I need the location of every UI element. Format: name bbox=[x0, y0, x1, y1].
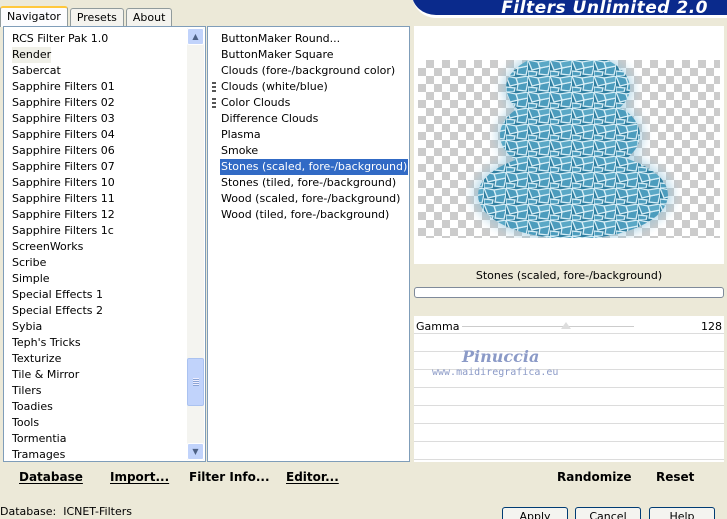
category-item[interactable]: Sapphire Filters 02 bbox=[12, 95, 115, 111]
filter-item[interactable]: ButtonMaker Round... bbox=[220, 31, 341, 47]
category-item[interactable]: Special Effects 1 bbox=[12, 287, 103, 303]
category-item[interactable]: Sapphire Filters 1c bbox=[12, 223, 114, 239]
database-button[interactable]: Database bbox=[19, 470, 83, 484]
import-button[interactable]: Import... bbox=[110, 470, 169, 484]
filter-item[interactable]: Clouds (fore-/background color) bbox=[220, 63, 396, 79]
preview-panel: Stones (scaled, fore-/background) Gamma … bbox=[411, 26, 727, 462]
help-button[interactable]: Help bbox=[649, 507, 715, 519]
watermark-name: Pinuccia bbox=[462, 347, 540, 366]
category-item[interactable]: Tools bbox=[12, 415, 39, 431]
category-item[interactable]: Sapphire Filters 11 bbox=[12, 191, 115, 207]
preview-frame bbox=[414, 26, 724, 264]
tab-bar: Navigator Presets About bbox=[0, 4, 174, 27]
grip-icon bbox=[212, 82, 216, 92]
preview-filter-name: Stones (scaled, fore-/background) bbox=[475, 269, 663, 282]
param-row-gamma[interactable]: Gamma 128 bbox=[414, 318, 724, 334]
filter-item[interactable]: Clouds (white/blue) bbox=[220, 79, 329, 95]
category-item[interactable]: Scribe bbox=[12, 255, 46, 271]
scroll-up-icon[interactable]: ▲ bbox=[187, 28, 204, 45]
stones-preview-graphic bbox=[418, 60, 720, 238]
scroll-down-icon[interactable]: ▼ bbox=[187, 443, 204, 460]
tab-presets[interactable]: Presets bbox=[69, 8, 124, 26]
gamma-slider-thumb[interactable] bbox=[561, 322, 571, 329]
watermark-url: www.maidiregrafica.eu bbox=[432, 367, 559, 378]
filter-info-button[interactable]: Filter Info... bbox=[189, 470, 270, 484]
filter-item[interactable]: ButtonMaker Square bbox=[220, 47, 335, 63]
param-label: Gamma bbox=[416, 320, 460, 333]
filter-item[interactable]: Plasma bbox=[220, 127, 262, 143]
category-item[interactable]: Teph's Tricks bbox=[12, 335, 81, 351]
tab-navigator[interactable]: Navigator bbox=[0, 6, 68, 27]
filter-item[interactable]: Stones (tiled, fore-/background) bbox=[220, 175, 397, 191]
category-item[interactable]: Texturize bbox=[12, 351, 61, 367]
filter-list[interactable]: ButtonMaker Round... ButtonMaker Square Cl… bbox=[207, 26, 410, 462]
editor-button[interactable]: Editor... bbox=[286, 470, 339, 484]
filter-item[interactable]: Stones (scaled, fore-/background) bbox=[220, 159, 409, 175]
category-scrollbar[interactable]: ▲ ▼ bbox=[187, 28, 204, 460]
category-item[interactable]: Simple bbox=[12, 271, 50, 287]
reset-button[interactable]: Reset bbox=[656, 470, 694, 484]
scroll-thumb[interactable] bbox=[187, 358, 204, 406]
category-item[interactable]: Render bbox=[12, 47, 52, 63]
category-item[interactable]: Special Effects 2 bbox=[12, 303, 103, 319]
filter-item[interactable]: Smoke bbox=[220, 143, 259, 159]
category-item[interactable]: RCS Filter Pak 1.0 bbox=[12, 31, 108, 47]
category-item[interactable]: Sapphire Filters 04 bbox=[12, 127, 115, 143]
progress-bar bbox=[414, 287, 724, 298]
param-row-empty bbox=[414, 444, 724, 460]
bottom-toolbar-right: Randomize Reset bbox=[413, 464, 727, 492]
category-item[interactable]: Sapphire Filters 01 bbox=[12, 79, 115, 95]
category-item[interactable]: Sabercat bbox=[12, 63, 61, 79]
filter-item[interactable]: Wood (scaled, fore-/background) bbox=[220, 191, 401, 207]
filters-unlimited-window: Navigator Presets About Filters Unlimite… bbox=[0, 0, 727, 519]
category-list[interactable]: RCS Filter Pak 1.0 Render Sabercat Sapphire… bbox=[3, 26, 206, 462]
param-row-empty bbox=[414, 336, 724, 352]
category-item[interactable]: Tilers bbox=[12, 383, 42, 399]
tab-about[interactable]: About bbox=[125, 8, 173, 26]
grip-icon bbox=[212, 98, 216, 108]
param-row-empty bbox=[414, 408, 724, 424]
preview-image[interactable] bbox=[418, 60, 720, 238]
category-item[interactable]: Sapphire Filters 10 bbox=[12, 175, 115, 191]
filter-item[interactable]: Wood (tiled, fore-/background) bbox=[220, 207, 390, 223]
randomize-button[interactable]: Randomize bbox=[557, 470, 631, 484]
banner-title: Filters Unlimited 2.0 bbox=[501, 0, 708, 18]
cancel-button[interactable]: Cancel bbox=[575, 507, 641, 519]
category-item[interactable]: Toadies bbox=[12, 399, 53, 415]
status-bar: Database: ICNET-Filters bbox=[0, 505, 132, 518]
category-item[interactable]: ScreenWorks bbox=[12, 239, 83, 255]
status-value: ICNET-Filters bbox=[63, 505, 132, 518]
category-item[interactable]: Sapphire Filters 07 bbox=[12, 159, 115, 175]
category-item[interactable]: Sapphire Filters 06 bbox=[12, 143, 115, 159]
category-item[interactable]: Sapphire Filters 12 bbox=[12, 207, 115, 223]
filter-item[interactable]: Color Clouds bbox=[220, 95, 291, 111]
category-item[interactable]: Sybia bbox=[12, 319, 42, 335]
category-item[interactable]: Tramages bbox=[12, 447, 65, 463]
category-item[interactable]: Sapphire Filters 03 bbox=[12, 111, 115, 127]
status-label: Database: bbox=[0, 505, 57, 518]
category-item[interactable]: Tormentia bbox=[12, 431, 66, 447]
filter-item[interactable]: Difference Clouds bbox=[220, 111, 319, 127]
category-item[interactable]: Tile & Mirror bbox=[12, 367, 79, 383]
title-banner: Filters Unlimited 2.0 bbox=[412, 0, 727, 18]
parameter-area: Gamma 128 bbox=[414, 316, 724, 462]
gamma-slider-track[interactable] bbox=[462, 326, 634, 327]
bottom-toolbar-left: Database Import... Filter Info... Editor… bbox=[3, 464, 410, 492]
param-row-empty bbox=[414, 390, 724, 406]
param-row-empty bbox=[414, 426, 724, 442]
apply-button[interactable]: Apply bbox=[502, 507, 568, 519]
param-value: 128 bbox=[701, 320, 722, 333]
